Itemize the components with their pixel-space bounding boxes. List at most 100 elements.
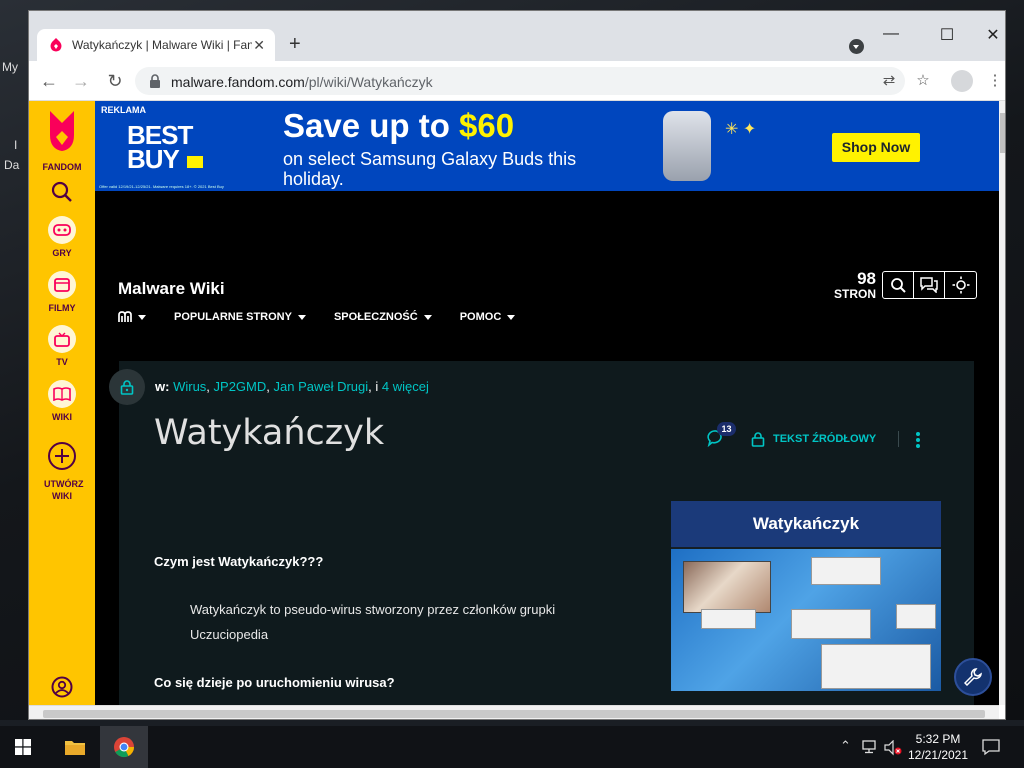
more-actions-icon[interactable] bbox=[915, 431, 921, 449]
forward-icon[interactable]: → bbox=[71, 71, 91, 91]
divider bbox=[898, 431, 899, 447]
screenshot-photo bbox=[683, 561, 771, 613]
search-button[interactable] bbox=[883, 272, 914, 298]
community-name[interactable]: Malware Wiki bbox=[118, 279, 225, 299]
infobox: Watykańczyk bbox=[671, 501, 941, 691]
close-window-icon[interactable]: ✕ bbox=[981, 25, 1005, 45]
ad-tag: REKLAMA bbox=[101, 105, 146, 115]
windows-logo-icon bbox=[15, 739, 31, 755]
header-actions bbox=[882, 271, 977, 299]
notification-icon[interactable] bbox=[982, 738, 1000, 756]
bestbuy-tag-icon bbox=[187, 156, 203, 168]
wiki-activity-icon bbox=[118, 311, 132, 322]
ad-banner[interactable]: REKLAMA BEST BUY Offer valid 12/19/21-12/… bbox=[95, 101, 999, 191]
rail-item-gry[interactable]: GRY bbox=[29, 216, 95, 258]
tab-title: Watykańczyk | Malware Wiki | Fandom bbox=[72, 38, 252, 52]
rail-item-label: TV bbox=[56, 357, 68, 367]
page-count: 98 STRON bbox=[834, 269, 876, 301]
clock-date: 12/21/2021 bbox=[907, 748, 969, 762]
create-wiki-label: UTWÓRZ WIKI bbox=[44, 479, 84, 501]
community-nav: POPULARNE STRONY SPOŁECZNOŚĆ POMOC bbox=[118, 311, 543, 323]
fandom-flame-icon bbox=[50, 111, 74, 151]
back-icon[interactable]: ← bbox=[39, 71, 59, 91]
fandom-brand-label: FANDOM bbox=[42, 162, 82, 172]
category-link[interactable]: Jan Paweł Drugi bbox=[274, 379, 369, 394]
clock-time: 5:32 PM bbox=[915, 732, 961, 746]
translate-icon[interactable]: ⇄ bbox=[879, 71, 899, 89]
chrome-taskbar-button[interactable] bbox=[100, 726, 148, 768]
user-account-button[interactable] bbox=[29, 676, 95, 703]
film-icon bbox=[54, 278, 70, 292]
file-explorer-button[interactable] bbox=[52, 726, 98, 768]
nav-community[interactable]: SPOŁECZNOŚĆ bbox=[334, 311, 432, 323]
dialog-window bbox=[701, 609, 756, 629]
view-source-button[interactable]: TEKST ŹRÓDŁOWY bbox=[751, 431, 876, 447]
desktop-icon-label[interactable]: Da bbox=[4, 158, 19, 172]
rail-item-label: WIKI bbox=[52, 412, 72, 422]
tab-strip: Watykańczyk | Malware Wiki | Fandom ✕ + … bbox=[29, 11, 1005, 61]
desktop-icon-label[interactable]: My bbox=[2, 60, 18, 74]
category-link[interactable]: JP2GMD bbox=[214, 379, 267, 394]
dialog-window bbox=[896, 604, 936, 629]
desktop-icon-label[interactable]: I bbox=[14, 138, 17, 152]
rail-item-label: FILMY bbox=[48, 303, 76, 313]
plus-icon[interactable]: + bbox=[289, 33, 301, 56]
address-bar[interactable]: malware.fandom.com/pl/wiki/Watykańczyk bbox=[135, 67, 905, 95]
wiki-menu-button[interactable] bbox=[118, 311, 146, 323]
browser-tab[interactable]: Watykańczyk | Malware Wiki | Fandom ✕ bbox=[37, 29, 275, 61]
volume-muted-icon[interactable] bbox=[884, 740, 902, 756]
reload-icon[interactable]: ↻ bbox=[105, 71, 125, 91]
fandom-logo[interactable]: FANDOM bbox=[29, 109, 95, 172]
section-heading: Co się dzieje po uruchomieniu wirusa? bbox=[154, 675, 395, 690]
user-circle-icon bbox=[51, 676, 73, 698]
rail-item-wiki[interactable]: WIKI bbox=[29, 380, 95, 422]
search-icon bbox=[891, 278, 906, 293]
chevron-down-icon bbox=[423, 314, 432, 320]
wiki-tools-button[interactable] bbox=[954, 658, 992, 696]
theme-toggle-button[interactable] bbox=[945, 272, 976, 298]
view-source-label: TEKST ŹRÓDŁOWY bbox=[773, 433, 877, 445]
shop-now-button[interactable]: Shop Now bbox=[832, 133, 920, 162]
bookmark-star-icon[interactable]: ☆ bbox=[913, 71, 933, 89]
infobox-image[interactable] bbox=[671, 549, 941, 691]
chevron-down-icon bbox=[297, 314, 306, 320]
gamepad-icon bbox=[53, 224, 71, 236]
section-heading: Czym jest Watykańczyk??? bbox=[154, 554, 324, 569]
rail-item-tv[interactable]: TV bbox=[29, 325, 95, 367]
nav-popular-pages[interactable]: POPULARNE STRONY bbox=[174, 311, 306, 323]
discussions-button[interactable] bbox=[914, 272, 945, 298]
search-button[interactable] bbox=[29, 181, 95, 208]
vertical-scrollbar[interactable] bbox=[999, 101, 1005, 705]
dialog-window bbox=[821, 644, 931, 689]
wrench-icon bbox=[964, 668, 982, 686]
profile-avatar-icon[interactable] bbox=[951, 70, 973, 92]
network-icon[interactable] bbox=[862, 740, 878, 754]
maximize-icon[interactable]: ☐ bbox=[935, 25, 959, 45]
protected-page-badge[interactable] bbox=[109, 369, 145, 405]
search-icon bbox=[51, 181, 72, 202]
chevron-down-icon bbox=[507, 314, 516, 320]
taskbar: ⌃ 5:32 PM 12/21/2021 bbox=[0, 726, 1024, 768]
discussions-icon bbox=[920, 277, 938, 293]
folder-icon bbox=[65, 741, 85, 755]
ad-headline: Save up to $60 bbox=[283, 107, 515, 144]
ad-subline: on select Samsung Galaxy Buds this holid… bbox=[283, 149, 577, 189]
create-wiki-button[interactable]: UTWÓRZ WIKI bbox=[29, 441, 95, 502]
menu-kebab-icon[interactable]: ⋮ bbox=[985, 71, 1005, 89]
book-icon bbox=[53, 387, 71, 401]
tab-search-icon[interactable] bbox=[849, 39, 864, 54]
start-button[interactable] bbox=[0, 726, 46, 768]
page-categories: w: Wirus, JP2GMD, Jan Paweł Drugi, i 4 w… bbox=[155, 379, 429, 394]
horizontal-scrollbar[interactable] bbox=[29, 705, 999, 719]
more-categories-link[interactable]: 4 więcej bbox=[382, 379, 429, 394]
minimize-icon[interactable]: — bbox=[879, 25, 903, 45]
rail-item-filmy[interactable]: FILMY bbox=[29, 271, 95, 313]
system-clock[interactable]: 5:32 PM 12/21/2021 bbox=[906, 731, 970, 763]
fandom-favicon-icon bbox=[50, 38, 62, 52]
community-header: Malware Wiki 98 STRON POPULARNE STRONY S… bbox=[95, 191, 999, 351]
close-tab-icon[interactable]: ✕ bbox=[253, 37, 265, 54]
nav-help[interactable]: POMOC bbox=[460, 311, 516, 323]
sparkle-icon: ✳ ✦ bbox=[725, 121, 757, 138]
chevron-up-icon[interactable]: ⌃ bbox=[840, 738, 851, 754]
category-link[interactable]: Wirus bbox=[173, 379, 206, 394]
